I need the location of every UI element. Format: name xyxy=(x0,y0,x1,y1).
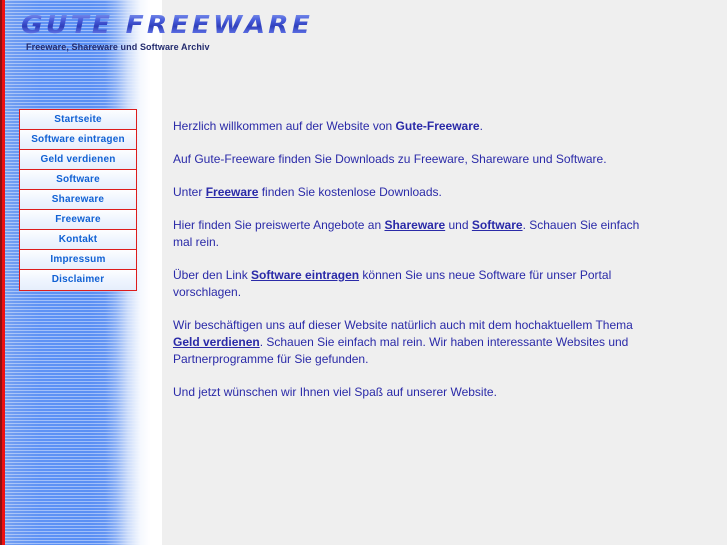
nav-item-software-eintragen[interactable]: Software eintragen xyxy=(20,130,136,150)
nav-item-software[interactable]: Software xyxy=(20,170,136,190)
downloads-text: Auf Gute-Freeware finden Sie Downloads z… xyxy=(173,152,607,166)
brand-name-bold: Gute-Freeware xyxy=(395,119,480,133)
angebote-text-lead: Hier finden Sie preiswerte Angebote an xyxy=(173,218,385,232)
site-banner: GUTE FREEWARE Freeware, Shareware und So… xyxy=(0,0,400,70)
welcome-text-tail: . xyxy=(479,119,483,133)
link-shareware[interactable]: Shareware xyxy=(384,218,445,232)
nav-item-geld-verdienen[interactable]: Geld verdienen xyxy=(20,150,136,170)
nav-item-shareware[interactable]: Shareware xyxy=(20,190,136,210)
geld-verdienen-paragraph: Wir beschäftigen uns auf dieser Website … xyxy=(173,317,643,368)
link-freeware[interactable]: Freeware xyxy=(206,185,259,199)
site-logo-wordmark[interactable]: GUTE FREEWARE xyxy=(21,11,313,39)
main-navigation: Startseite Software eintragen Geld verdi… xyxy=(19,109,137,291)
nav-item-disclaimer[interactable]: Disclaimer xyxy=(20,270,136,290)
site-tagline: Freeware, Shareware und Software Archiv xyxy=(26,42,210,52)
link-geld-verdienen[interactable]: Geld verdienen xyxy=(173,335,260,349)
closing-paragraph: Und jetzt wünschen wir Ihnen viel Spaß a… xyxy=(173,384,643,401)
closing-text: Und jetzt wünschen wir Ihnen viel Spaß a… xyxy=(173,385,497,399)
welcome-paragraph: Herzlich willkommen auf der Website von … xyxy=(173,118,643,135)
angebote-text-mid: und xyxy=(445,218,472,232)
nav-item-freeware[interactable]: Freeware xyxy=(20,210,136,230)
freeware-text-lead: Unter xyxy=(173,185,206,199)
link-software[interactable]: Software xyxy=(472,218,523,232)
angebote-paragraph: Hier finden Sie preiswerte Angebote an S… xyxy=(173,217,643,251)
geld-text-lead: Wir beschäftigen uns auf dieser Website … xyxy=(173,318,633,332)
nav-item-kontakt[interactable]: Kontakt xyxy=(20,230,136,250)
main-content: Herzlich willkommen auf der Website von … xyxy=(173,118,643,417)
eintragen-text-lead: Über den Link xyxy=(173,268,252,282)
nav-item-impressum[interactable]: Impressum xyxy=(20,250,136,270)
link-software-eintragen[interactable]: Software eintragen xyxy=(251,268,359,282)
downloads-paragraph: Auf Gute-Freeware finden Sie Downloads z… xyxy=(173,151,643,168)
freeware-text-tail: finden Sie kostenlose Downloads. xyxy=(258,185,442,199)
eintragen-paragraph: Über den Link Software eintragen können … xyxy=(173,267,643,301)
nav-item-startseite[interactable]: Startseite xyxy=(20,110,136,130)
freeware-paragraph: Unter Freeware finden Sie kostenlose Dow… xyxy=(173,184,643,201)
left-edge-red-stripe xyxy=(2,0,5,545)
welcome-text-lead: Herzlich willkommen auf der Website von xyxy=(173,119,396,133)
